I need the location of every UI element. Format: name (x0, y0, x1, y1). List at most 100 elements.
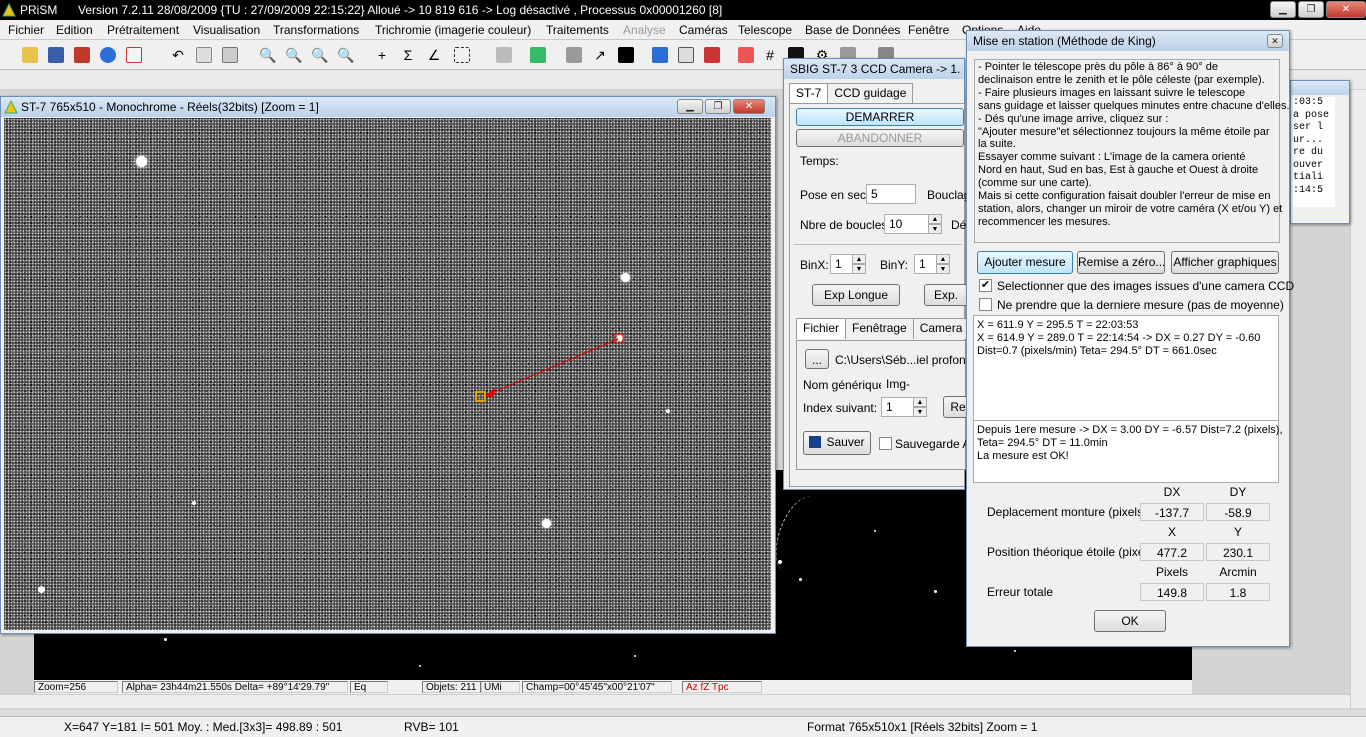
info-icon[interactable] (98, 45, 118, 65)
app-titlebar: PRiSM Version 7.2.11 28/08/2009 {TU : 27… (0, 0, 1366, 20)
image-status-bar: Zoom=256 Alpha= 23h44m21.550s Delta= +89… (34, 680, 1192, 694)
save-icon[interactable] (46, 45, 66, 65)
grid-header-dx: DX (1163, 485, 1181, 499)
menu-pretraitement[interactable]: Prétraitement (107, 23, 179, 37)
boucles-input[interactable]: 10 (884, 214, 930, 234)
king-close-button[interactable]: ✕ (1267, 34, 1283, 48)
eq-select[interactable]: Eq (350, 681, 388, 693)
gray-tool-icon (564, 45, 584, 65)
ccd-only-checkbox[interactable]: ✔ (979, 279, 992, 292)
sum-icon[interactable]: Σ (398, 45, 418, 65)
instruction-line: station, alors, changer un miroir de vot… (978, 202, 1283, 215)
summary-line: La mesure est OK! (977, 450, 1069, 462)
cursor-readout: X=647 Y=181 I= 501 Moy. : Med.[3x3]= 498… (64, 720, 343, 734)
save-red-icon[interactable] (72, 45, 92, 65)
remise-zero-button[interactable]: Remise a zéro... (1077, 251, 1165, 274)
users-icon[interactable] (650, 45, 670, 65)
menu-edition[interactable]: Edition (56, 23, 93, 37)
sbig-st7-panel: DEMARRER ABANDONNER Temps: Pose en sec. … (789, 103, 996, 487)
ccd-only-label: Selectionner que des images issues d'une… (997, 279, 1295, 293)
boucles-spinner[interactable]: ▲ ▼ (928, 214, 942, 234)
abandonner-button[interactable]: ABANDONNER (796, 129, 964, 147)
menu-cameras[interactable]: Caméras (679, 23, 728, 37)
exp-longue-button[interactable]: Exp Longue (812, 284, 900, 306)
sauvegarde-auto-checkbox[interactable] (879, 437, 892, 450)
st7-window-title: ST-7 765x510 - Monochrome - Réels(32bits… (1, 97, 775, 117)
calendar-icon[interactable] (124, 45, 144, 65)
instruction-line: la suite. (978, 138, 1016, 151)
index-input[interactable]: 1 (881, 397, 915, 417)
paste-icon[interactable] (220, 45, 240, 65)
close-button[interactable]: ✕ (1326, 1, 1366, 18)
demarrer-button[interactable]: DEMARRER (796, 108, 964, 126)
st7-maximize-button[interactable]: ❐ (705, 99, 731, 114)
st7-title-text: ST-7 765x510 - Monochrome - Réels(32bits… (21, 100, 319, 114)
chart-icon[interactable] (702, 45, 722, 65)
ccd-image-canvas[interactable] (4, 118, 771, 630)
menu-base-de-donnees[interactable]: Base de Données (805, 23, 900, 37)
ajouter-mesure-button[interactable]: Ajouter mesure (977, 251, 1073, 274)
last-measure-checkbox[interactable] (979, 298, 992, 311)
arrow-tool-icon: ↗ (594, 46, 606, 63)
menu-visualisation[interactable]: Visualisation (193, 23, 260, 37)
menu-transformations[interactable]: Transformations (273, 23, 359, 37)
instructions-text: - Pointer le télescope près du pôle à 86… (974, 59, 1290, 243)
copy-icon[interactable] (194, 45, 214, 65)
st7-close-button[interactable]: ✕ (733, 99, 765, 114)
biny-input[interactable]: 1 (914, 254, 938, 274)
tab-st7[interactable]: ST-7 (789, 83, 829, 104)
sauver-button[interactable]: Sauver (803, 431, 871, 455)
undo-icon[interactable]: ↶ (168, 45, 188, 65)
ok-button[interactable]: OK (1094, 610, 1166, 632)
image-tool-icon[interactable] (528, 45, 548, 65)
side-log-line: ur... (1293, 134, 1324, 146)
vertical-scrollbar[interactable] (1350, 90, 1366, 708)
tab-fenetrage[interactable]: Fenêtrage (845, 318, 914, 339)
zoom-fit-icon[interactable]: 🔍 (258, 45, 278, 65)
menu-fenetre[interactable]: Fenêtre (908, 23, 949, 37)
afficher-graphiques-button[interactable]: Afficher graphiques (1171, 251, 1279, 274)
binx-spinner[interactable]: ▲ ▼ (852, 254, 866, 274)
crosshair-icon[interactable]: + (372, 45, 392, 65)
zoom-out-icon[interactable]: 🔍 (284, 45, 304, 65)
binx-label: BinX: (800, 258, 829, 272)
measurements-log[interactable]: X = 611.9 Y = 295.5 T = 22:03:53 X = 614.… (973, 315, 1279, 421)
st7-image-window: ST-7 765x510 - Monochrome - Réels(32bits… (0, 96, 776, 634)
browse-button[interactable]: ... (805, 349, 829, 369)
instruction-line: recommencer les mesures. (978, 215, 1111, 228)
zoom-readout: Zoom=256 (34, 681, 118, 693)
prism-logo-icon (4, 100, 18, 114)
zoom-in-icon[interactable]: 🔍 (310, 45, 330, 65)
biny-spinner[interactable]: ▲ ▼ (936, 254, 950, 274)
horizontal-scrollbar[interactable] (0, 694, 1350, 708)
index-spinner[interactable]: ▲ ▼ (913, 397, 927, 417)
log-line: X = 611.9 Y = 295.5 T = 22:03:53 (977, 319, 1139, 331)
black-tool-icon[interactable] (616, 45, 636, 65)
red-star-icon[interactable] (736, 45, 756, 65)
open-folder-icon[interactable] (20, 45, 40, 65)
menu-traitements[interactable]: Traitements (546, 23, 609, 37)
tab-ccd-guidage[interactable]: CCD guidage (827, 83, 914, 104)
grid-icon[interactable]: # (760, 45, 780, 65)
st7-minimize-button[interactable]: ▁ (677, 99, 703, 114)
binx-input[interactable]: 1 (830, 254, 854, 274)
nom-generique-input[interactable]: Img- (881, 374, 965, 394)
minimize-button[interactable]: ▁ (1270, 1, 1296, 18)
star-drift-overlay (475, 333, 624, 402)
menu-telescope[interactable]: Telescope (738, 23, 792, 37)
angle-icon[interactable]: ∠ (424, 45, 444, 65)
menu-analyse[interactable]: Analyse (623, 23, 666, 37)
menu-trichromie[interactable]: Trichromie (imagerie couleur) (375, 23, 531, 37)
sauvegarde-auto-label: Sauvegarde Au (895, 437, 978, 451)
last-measure-label: Ne prendre que la derniere mesure (pas d… (997, 298, 1284, 312)
tab-fichier[interactable]: Fichier (796, 318, 847, 339)
maximize-button[interactable]: ❐ (1298, 1, 1324, 18)
rectangle-select-icon[interactable] (452, 45, 472, 65)
table-icon[interactable] (676, 45, 696, 65)
menu-fichier[interactable]: Fichier (8, 23, 44, 37)
zoom-center-icon[interactable]: 🔍 (336, 45, 356, 65)
exp-button[interactable]: Exp. (924, 284, 968, 306)
pose-input[interactable]: 5 (866, 184, 916, 204)
side-log-line: ser l (1293, 122, 1324, 133)
tab-camera[interactable]: Camera (912, 318, 970, 339)
